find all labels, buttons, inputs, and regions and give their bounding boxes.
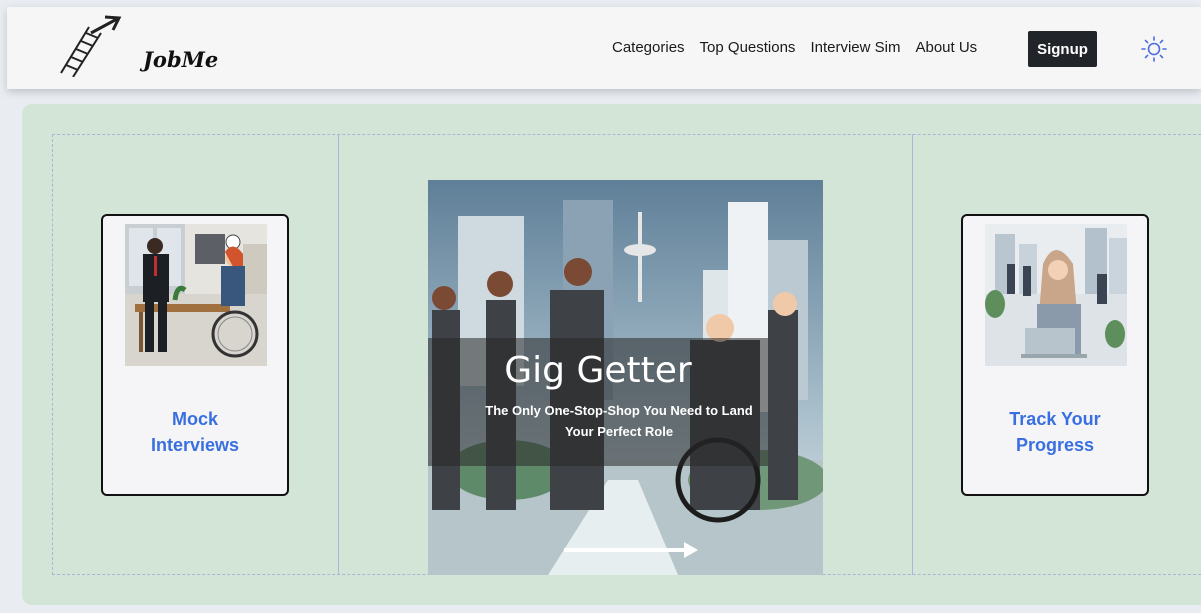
interview-illustration — [125, 224, 267, 366]
signup-button[interactable]: Signup — [1028, 31, 1097, 67]
hero-title: Gig Getter — [504, 350, 692, 391]
nav-links: Categories Top Questions Interview Sim A… — [612, 39, 977, 56]
hero-banner-image[interactable]: Gig Getter The Only One-Stop-Shop You Ne… — [428, 180, 823, 575]
navbar: JobMe Categories Top Questions Interview… — [7, 7, 1201, 89]
nav-categories[interactable]: Categories — [612, 39, 685, 56]
brand-name: JobMe — [143, 47, 219, 72]
nav-about-us[interactable]: About Us — [915, 39, 977, 56]
laptop-worker-illustration — [985, 224, 1127, 366]
hero-banner-overlay: Gig Getter The Only One-Stop-Shop You Ne… — [428, 338, 768, 466]
track-progress-card[interactable]: Track Your Progress — [961, 214, 1149, 496]
sun-icon[interactable] — [1140, 35, 1168, 63]
nav-interview-sim[interactable]: Interview Sim — [810, 39, 900, 56]
card-label-track-progress: Track Your Progress — [1009, 409, 1101, 455]
hero-subtitle: The Only One-Stop-Shop You Need to Land … — [485, 403, 753, 439]
logo[interactable]: JobMe — [57, 15, 218, 78]
column-divider — [338, 134, 339, 575]
mock-interviews-card[interactable]: Mock Interviews — [101, 214, 289, 496]
column-divider — [912, 134, 913, 575]
nav-top-questions[interactable]: Top Questions — [700, 39, 796, 56]
card-label-mock-interviews: Mock Interviews — [150, 409, 240, 455]
